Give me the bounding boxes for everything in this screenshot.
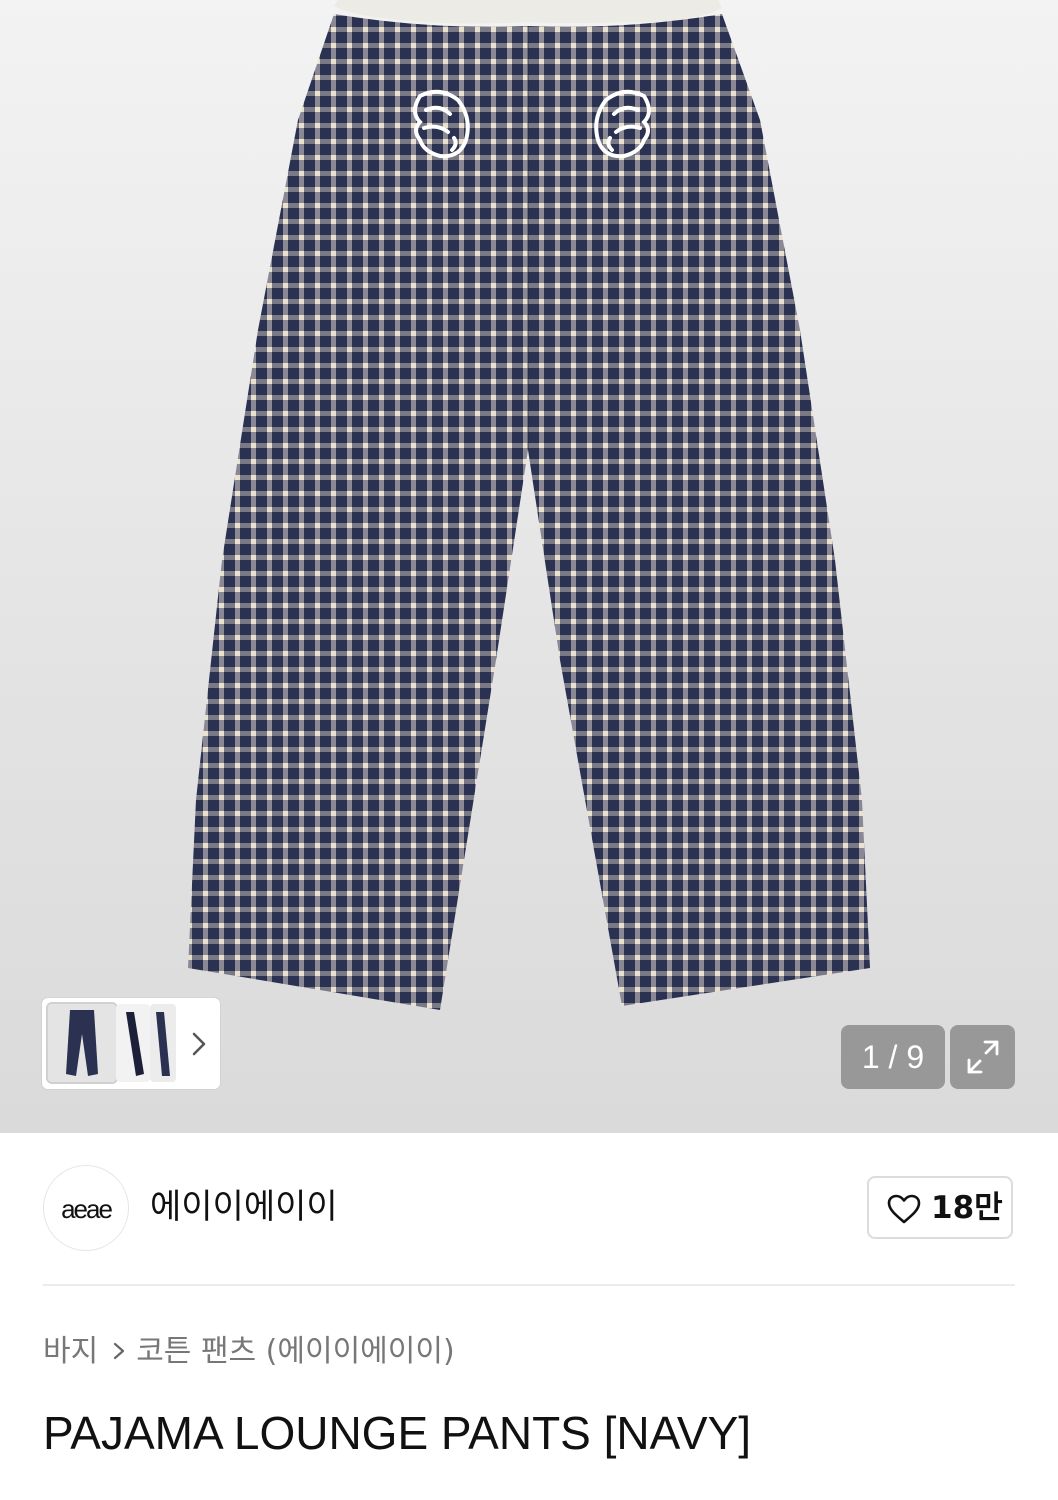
breadcrumb-subcategory[interactable]: 코튼 팬츠 (에이이에이이) — [136, 1334, 454, 1369]
breadcrumb: 바지 코튼 팬츠 (에이이에이이) — [43, 1332, 455, 1373]
thumbnail-pants-side[interactable] — [116, 1004, 150, 1082]
heart-icon — [887, 1194, 921, 1224]
breadcrumb-category[interactable]: 바지 — [43, 1334, 98, 1369]
pants-front-thumb — [66, 1010, 98, 1076]
brand-logo-text: aeae — [61, 1194, 113, 1224]
product-image-gallery[interactable]: 1 / 9 — [0, 0, 1058, 1133]
brand-logo[interactable]: aeae — [43, 1165, 129, 1251]
chevron-right-icon — [112, 1333, 126, 1373]
like-count: 18만 — [931, 1190, 1003, 1226]
pants-back-thumb — [156, 1012, 170, 1076]
pants-side-thumb — [126, 1012, 144, 1076]
like-button[interactable]: 18만 — [867, 1176, 1013, 1239]
thumbnail-pants-front[interactable] — [46, 1002, 118, 1084]
divider — [43, 1284, 1015, 1286]
product-title: PAJAMA LOUNGE PANTS [NAVY] — [43, 1407, 752, 1459]
image-counter: 1 / 9 — [841, 1025, 945, 1089]
brand-name[interactable]: 에이이에이이 — [150, 1186, 338, 1228]
product-photo — [188, 0, 870, 1010]
expand-icon — [967, 1040, 999, 1074]
thumbnail-pants-back[interactable] — [150, 1004, 176, 1082]
chevron-right-icon[interactable] — [188, 1028, 210, 1064]
expand-button[interactable] — [950, 1025, 1015, 1089]
